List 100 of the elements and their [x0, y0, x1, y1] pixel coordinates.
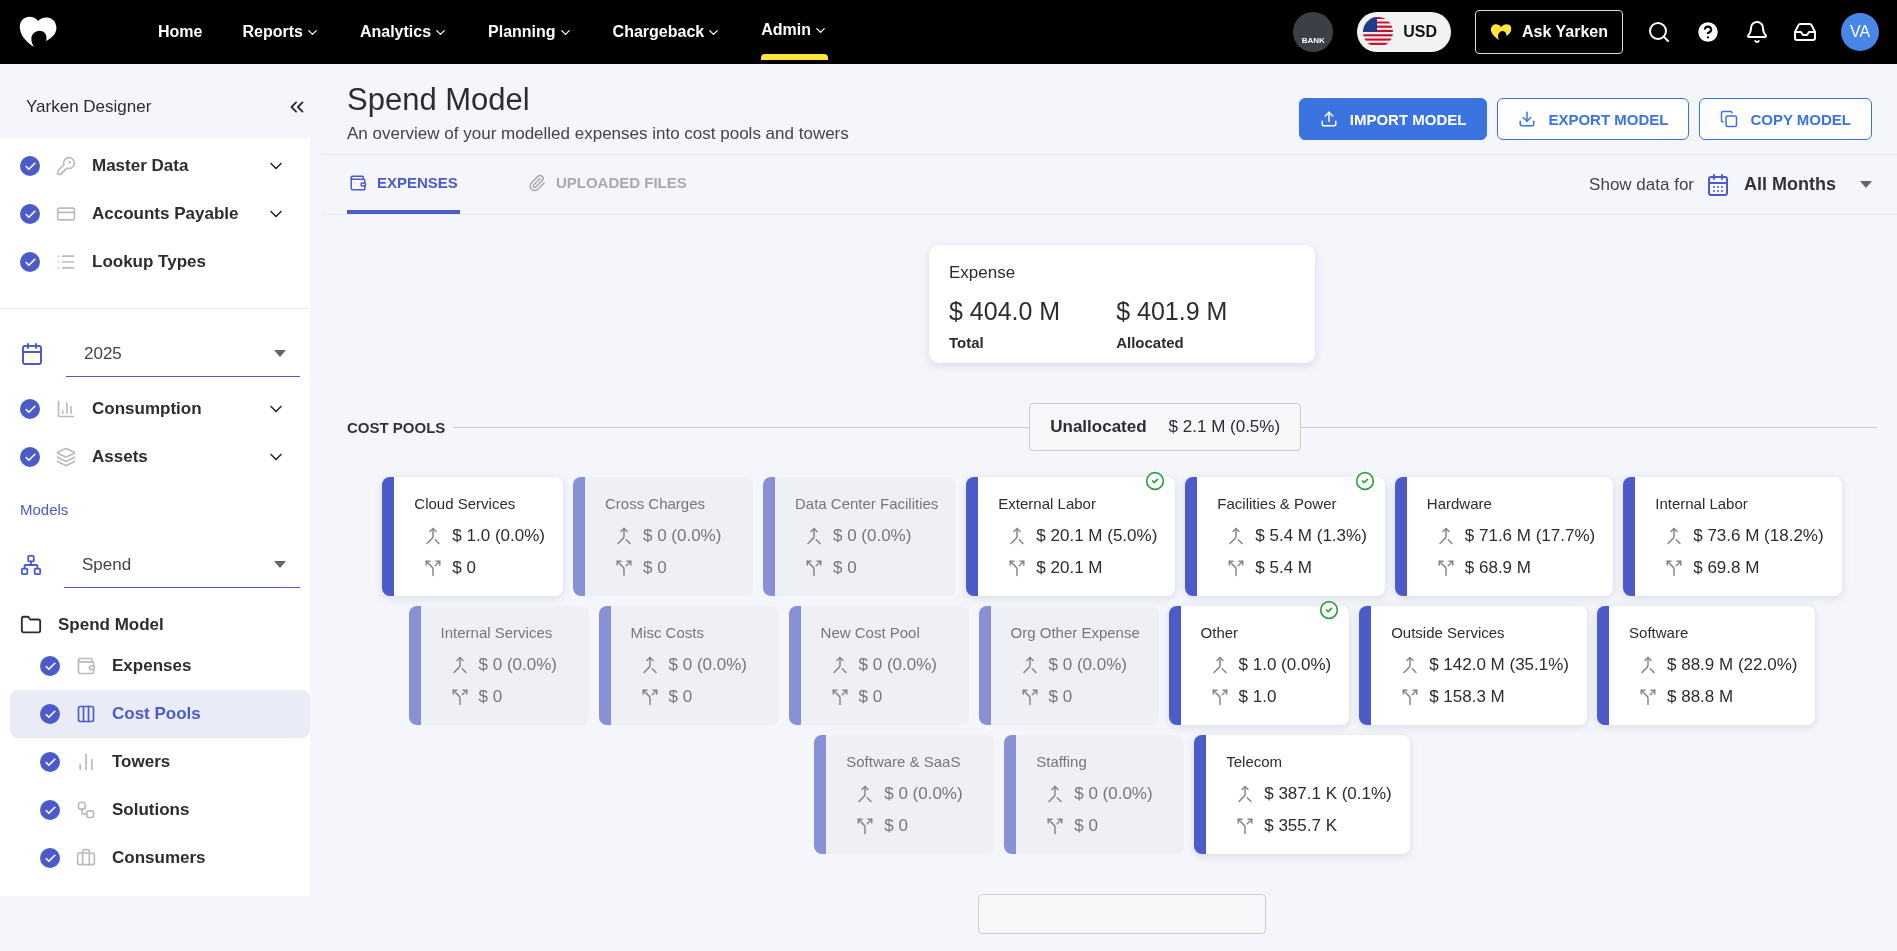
nav-link[interactable]: Admin	[761, 0, 828, 64]
split-icon	[614, 559, 633, 577]
cost-pool-card[interactable]: Hardware $ 71.6 M (17.7%) $ 68.9 M	[1394, 477, 1614, 596]
ask-button[interactable]: Ask Yarken	[1475, 10, 1623, 54]
outgoing-value: $ 0	[1074, 816, 1098, 836]
sidebar-item[interactable]: Expenses	[0, 642, 310, 690]
pool-name: Software	[1629, 624, 1690, 641]
check-circle[interactable]	[40, 800, 60, 820]
sidebar-item[interactable]: Cost Pools	[10, 690, 310, 738]
cost-pool-card[interactable]: Software $ 88.9 M (22.0%) $ 88.8 M	[1597, 606, 1816, 725]
pool-name: Software & SaaS	[846, 753, 962, 770]
outgoing-value: $ 0	[452, 558, 476, 578]
check-circle[interactable]	[20, 447, 40, 467]
cost-pool-card[interactable]: New Cost Pool $ 0 (0.0%) $ 0	[788, 606, 969, 725]
nav-link[interactable]: Chargeback	[612, 0, 722, 64]
tab[interactable]: EXPENSES	[347, 155, 460, 214]
incoming-value: $ 0 (0.0%)	[832, 526, 912, 546]
inbox-icon[interactable]	[1793, 20, 1817, 44]
cost-pool-card[interactable]: Internal Labor $ 73.6 M (18.2%) $ 69.8 M	[1623, 477, 1842, 596]
cost-pool-card[interactable]: Outside Services $ 142.0 M (35.1%) $ 158.3 M	[1359, 606, 1588, 725]
page-subtitle: An overview of your modelled expenses into cost pools and towers	[347, 124, 849, 144]
nav-link[interactable]: Analytics	[359, 0, 449, 64]
folder-icon	[20, 614, 42, 636]
logo-icon	[18, 15, 58, 49]
split-icon	[1639, 688, 1658, 706]
check-circle[interactable]	[20, 252, 40, 272]
check-circle[interactable]	[20, 399, 40, 419]
section-label: COST POOLS	[347, 418, 446, 436]
search-icon[interactable]	[1647, 20, 1671, 44]
sidebar-item[interactable]: Assets	[0, 433, 310, 481]
calendar-icon	[1706, 172, 1730, 197]
incoming-value: $ 0 (0.0%)	[858, 655, 937, 675]
cost-pool-card[interactable]: Staffing $ 0 (0.0%) $ 0	[1004, 735, 1185, 854]
incoming-value: $ 88.9 M (22.0%)	[1667, 655, 1798, 675]
check-circle[interactable]	[40, 848, 60, 868]
check-circle[interactable]	[20, 204, 40, 224]
cost-pool-card[interactable]: Software & SaaS $ 0 (0.0%) $ 0	[814, 735, 995, 854]
pool-name: Internal Labor	[1655, 495, 1749, 512]
cost-pool-card[interactable]: Org Other Expense $ 0 (0.0%) $ 0	[978, 606, 1159, 725]
check-circle[interactable]	[40, 656, 60, 676]
help-icon[interactable]	[1695, 19, 1721, 45]
model-button[interactable]: EXPORT MODEL	[1497, 98, 1690, 140]
check-circle[interactable]	[20, 156, 40, 176]
user-avatar[interactable]: VA	[1841, 13, 1879, 51]
sidebar-item[interactable]: Towers	[0, 738, 310, 786]
cost-pool-card[interactable]: External Labor $ 20.1 M (5.0%) $ 20.1 M	[966, 477, 1176, 596]
merge-icon	[1227, 527, 1246, 545]
split-icon	[830, 688, 849, 706]
check-circle[interactable]	[40, 704, 60, 724]
cost-pool-card[interactable]: Telecom $ 387.1 K (0.1%) $ 355.7 K	[1194, 735, 1410, 854]
cost-pool-card[interactable]: Other $ 1.0 (0.0%) $ 1.0	[1168, 606, 1350, 725]
model-button[interactable]: IMPORT MODEL	[1298, 98, 1488, 140]
incoming-value: $ 0 (0.0%)	[668, 655, 747, 675]
folder-item[interactable]: Spend Model	[0, 596, 310, 642]
split-icon	[1236, 817, 1255, 835]
nav-link[interactable]: Home	[158, 0, 203, 64]
sidebar-item[interactable]: Accounts Payable	[0, 190, 310, 238]
outgoing-value: $ 0	[884, 816, 908, 836]
split-icon	[856, 817, 875, 835]
month-select[interactable]: All Months	[1706, 172, 1872, 197]
cost-pool-card[interactable]: Cloud Services $ 1.0 (0.0%) $ 0	[382, 477, 563, 596]
model-select[interactable]: Spend	[64, 542, 300, 588]
sidebar-item[interactable]: Master Data	[0, 142, 310, 190]
split-icon	[804, 559, 823, 577]
sidebar-item[interactable]: Consumption	[0, 385, 310, 433]
cost-pool-card[interactable]: Internal Services $ 0 (0.0%) $ 0	[408, 606, 589, 725]
pool-name: Telecom	[1226, 753, 1284, 770]
check-circle[interactable]	[40, 752, 60, 772]
cost-pool-card[interactable]: Data Center Facilities $ 0 (0.0%) $ 0	[762, 477, 957, 596]
cost-pool-card[interactable]: Facilities & Power $ 5.4 M (1.3%) $ 5.4 M	[1185, 477, 1385, 596]
bell-icon[interactable]	[1745, 20, 1769, 44]
item-icon	[56, 252, 76, 272]
year-select[interactable]: 2025	[66, 331, 300, 377]
split-icon	[1210, 688, 1229, 706]
currency-button[interactable]: USD	[1357, 12, 1451, 52]
merge-icon	[830, 656, 849, 674]
incoming-value: $ 0 (0.0%)	[1048, 655, 1127, 675]
wallet-icon	[349, 173, 367, 192]
cost-pool-card[interactable]: Cross Charges $ 0 (0.0%) $ 0	[572, 477, 753, 596]
item-icon	[56, 399, 76, 419]
sidebar-item[interactable]: Lookup Types	[0, 238, 310, 286]
pool-name: Cloud Services	[414, 495, 517, 512]
merge-icon	[1046, 785, 1065, 803]
upload-icon	[1319, 110, 1338, 128]
sidebar-item[interactable]: Consumers	[0, 834, 310, 882]
pool-name: Hardware	[1426, 495, 1493, 512]
bank-icon[interactable]: BANK	[1293, 12, 1334, 52]
merge-icon	[1236, 785, 1255, 803]
cost-pool-card[interactable]: Misc Costs $ 0 (0.0%) $ 0	[598, 606, 779, 725]
model-button[interactable]: COPY MODEL	[1699, 98, 1872, 140]
incoming-value: $ 142.0 M (35.1%)	[1429, 655, 1570, 675]
incoming-value: $ 0 (0.0%)	[884, 784, 963, 804]
incoming-value: $ 71.6 M (17.7%)	[1464, 526, 1596, 546]
outgoing-value: $ 0	[642, 558, 667, 578]
incoming-value: $ 5.4 M (1.3%)	[1255, 526, 1367, 546]
allocated-label: Allocated	[1116, 334, 1185, 351]
nav-link[interactable]: Planning	[488, 0, 573, 64]
nav-link[interactable]: Reports	[242, 0, 320, 64]
incoming-value: $ 1.0 (0.0%)	[1238, 655, 1332, 675]
sidebar-item[interactable]: Solutions	[0, 786, 310, 834]
